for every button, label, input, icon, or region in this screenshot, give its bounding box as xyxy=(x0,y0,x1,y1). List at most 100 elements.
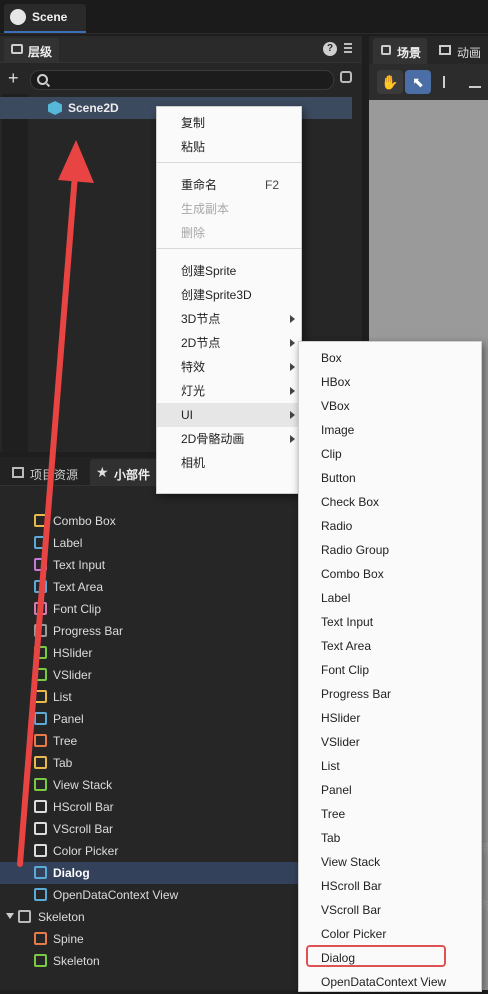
menu-item[interactable]: 重命名 F2 xyxy=(157,173,301,197)
widget-item[interactable]: Tab xyxy=(0,752,300,774)
submenu-item[interactable]: VScroll Bar xyxy=(299,898,481,922)
submenu-item-label: HSlider xyxy=(321,711,361,725)
submenu-item-label: Radio Group xyxy=(321,543,390,557)
submenu-item[interactable]: Tree xyxy=(299,802,481,826)
dialog-icon xyxy=(34,866,47,879)
align-left-icon[interactable] xyxy=(443,76,455,88)
open-data-context-icon xyxy=(34,888,47,901)
widget-item[interactable]: Text Area xyxy=(0,576,300,598)
submenu-item[interactable]: Color Picker xyxy=(299,922,481,946)
submenu-item[interactable]: View Stack xyxy=(299,850,481,874)
widget-item[interactable]: Dialog xyxy=(0,862,300,884)
submenu-item[interactable]: VBox xyxy=(299,394,481,418)
submenu-item[interactable]: Progress Bar xyxy=(299,682,481,706)
submenu-item[interactable]: Tab xyxy=(299,826,481,850)
submenu-item[interactable]: HScroll Bar xyxy=(299,874,481,898)
tab-scene[interactable]: Scene xyxy=(4,4,86,33)
submenu-item[interactable]: Text Area xyxy=(299,634,481,658)
hand-tool-button[interactable]: ✋ xyxy=(377,70,403,94)
submenu-item-label: Tab xyxy=(321,831,341,845)
menu-item[interactable]: 相机 xyxy=(157,451,301,475)
submenu-item[interactable]: HSlider xyxy=(299,706,481,730)
submenu-item[interactable]: Radio xyxy=(299,514,481,538)
submenu-item[interactable]: HBox xyxy=(299,370,481,394)
menu-item[interactable]: 3D节点 xyxy=(157,307,301,331)
menu-item[interactable]: 复制 xyxy=(157,111,301,135)
widget-item[interactable]: View Stack xyxy=(0,774,300,796)
tab-widgets-label: 小部件 xyxy=(114,468,151,482)
align-bottom-icon[interactable] xyxy=(469,76,481,88)
menu-item-label: 创建Sprite xyxy=(181,264,237,278)
submenu-item[interactable]: Combo Box xyxy=(299,562,481,586)
tab-widgets[interactable]: ★ 小部件 xyxy=(90,459,160,485)
menu-item[interactable]: 粘贴 xyxy=(157,135,301,159)
submenu-item[interactable]: Text Input xyxy=(299,610,481,634)
menu-item[interactable]: 创建Sprite3D xyxy=(157,283,301,307)
submenu-item-label: Radio xyxy=(321,519,353,533)
menu-item[interactable]: UI xyxy=(157,403,301,427)
widget-item[interactable]: Combo Box xyxy=(0,510,300,532)
submenu-item[interactable]: Label xyxy=(299,586,481,610)
panel-menu-icon[interactable] xyxy=(344,43,352,53)
submenu-item-label: Combo Box xyxy=(321,567,384,581)
menu-item[interactable]: 2D节点 xyxy=(157,331,301,355)
help-icon[interactable]: ? xyxy=(323,42,337,56)
submenu-item[interactable]: Font Clip xyxy=(299,658,481,682)
widget-item-label: Color Picker xyxy=(53,844,119,858)
document-tab-bar: Scene xyxy=(0,0,488,34)
widget-item[interactable]: Tree xyxy=(0,730,300,752)
menu-item-label: 特效 xyxy=(181,360,206,374)
submenu-item[interactable]: Button xyxy=(299,466,481,490)
tab-hierarchy[interactable]: 层级 xyxy=(4,38,59,62)
submenu-item[interactable]: Image xyxy=(299,418,481,442)
cube-icon xyxy=(48,101,62,115)
widget-item[interactable]: Panel xyxy=(0,708,300,730)
submenu-item[interactable]: Clip xyxy=(299,442,481,466)
select-tool-button[interactable]: ⬉ xyxy=(405,70,431,94)
skeleton-folder-icon xyxy=(18,910,31,923)
submenu-item[interactable]: Radio Group xyxy=(299,538,481,562)
menu-item[interactable]: 特效 xyxy=(157,355,301,379)
widget-item[interactable]: Label xyxy=(0,532,300,554)
widget-item[interactable]: VSlider xyxy=(0,664,300,686)
widget-item[interactable]: HSlider xyxy=(0,642,300,664)
submenu-item-label: VSlider xyxy=(321,735,360,749)
widget-item[interactable]: Spine xyxy=(0,928,300,950)
widget-item[interactable]: OpenDataContext View xyxy=(0,884,300,906)
submenu-item[interactable]: OpenDataContext View xyxy=(299,970,481,994)
submenu-item-label: Text Input xyxy=(321,615,374,629)
widget-item[interactable]: Font Clip xyxy=(0,598,300,620)
widget-item[interactable]: HScroll Bar xyxy=(0,796,300,818)
filter-icon[interactable] xyxy=(340,71,352,83)
widget-item[interactable]: Progress Bar xyxy=(0,620,300,642)
add-node-button[interactable]: + xyxy=(8,69,19,87)
submenu-item[interactable]: Check Box xyxy=(299,490,481,514)
menu-separator xyxy=(157,248,301,249)
widget-item[interactable]: VScroll Bar xyxy=(0,818,300,840)
menu-item-label: 灯光 xyxy=(181,384,206,398)
widget-item[interactable]: Color Picker xyxy=(0,840,300,862)
widgets-panel: 项目资源 ★ 小部件 Combo Box Label Text Input Text … xyxy=(0,457,300,990)
widget-item-label: VSlider xyxy=(53,668,92,682)
submenu-item[interactable]: List xyxy=(299,754,481,778)
widget-item[interactable]: Skeleton xyxy=(0,950,300,972)
submenu-item[interactable]: VSlider xyxy=(299,730,481,754)
vslider-icon xyxy=(34,668,47,681)
expand-triangle-icon[interactable] xyxy=(6,913,14,919)
hierarchy-search-input[interactable] xyxy=(30,70,334,90)
vscroll-bar-icon xyxy=(34,822,47,835)
menu-item[interactable]: 2D骨骼动画 xyxy=(157,427,301,451)
widget-item[interactable]: List xyxy=(0,686,300,708)
submenu-item-label: Box xyxy=(321,351,342,365)
tab-scene-view[interactable]: 场景 xyxy=(373,38,427,64)
submenu-item-label: Button xyxy=(321,471,356,485)
widget-item[interactable]: Text Input xyxy=(0,554,300,576)
tab-project-assets[interactable]: 项目资源 xyxy=(4,459,88,485)
menu-item[interactable]: 创建Sprite xyxy=(157,259,301,283)
menu-item[interactable]: 灯光 xyxy=(157,379,301,403)
widget-item[interactable]: Skeleton xyxy=(0,906,300,928)
submenu-item[interactable]: Box xyxy=(299,346,481,370)
submenu-item[interactable]: Panel xyxy=(299,778,481,802)
app-logo-icon xyxy=(10,9,26,25)
widget-item-label: VScroll Bar xyxy=(53,822,114,836)
